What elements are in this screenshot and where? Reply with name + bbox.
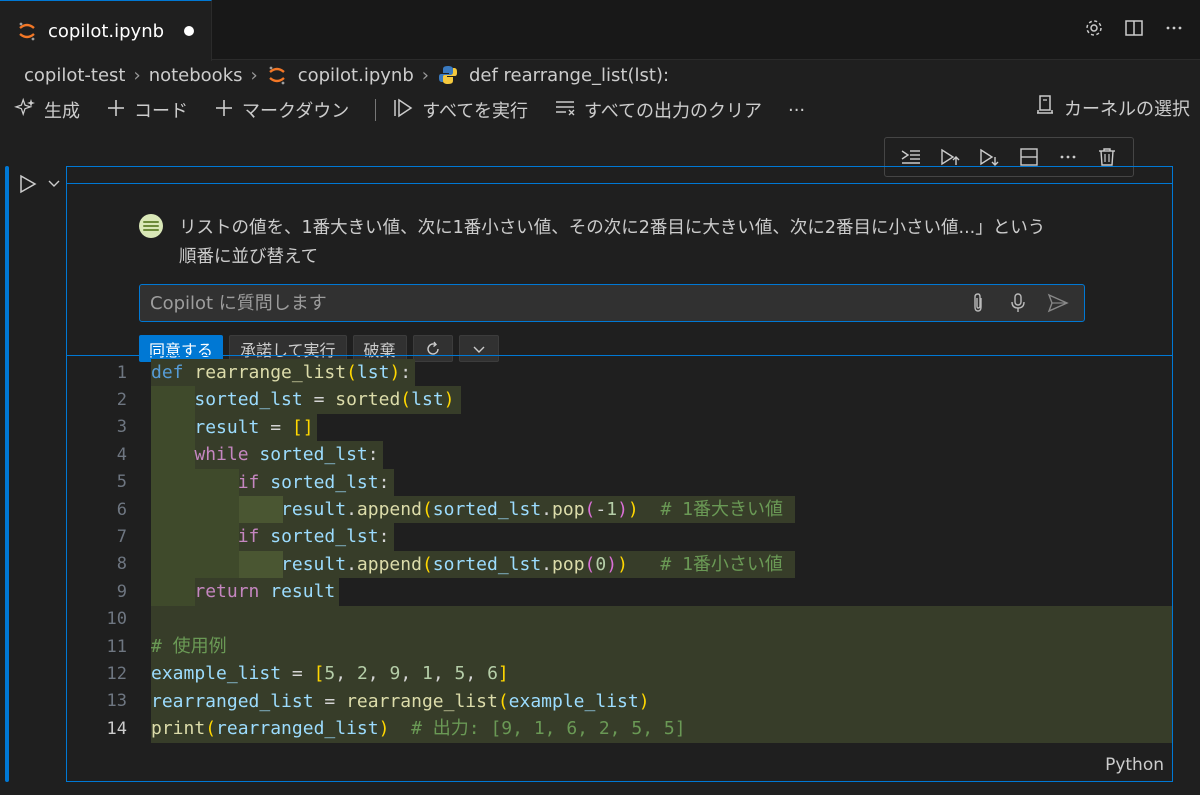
more-toolbar-button[interactable]: ··· [788,100,805,121]
line-number: 3 [116,417,127,438]
tab-title: copilot.ipynb [48,20,165,42]
code-line: 6 result.append(sorted_lst.pop(-1)) # 1番… [67,496,1172,524]
add-markdown-button[interactable]: マークダウン [214,97,349,123]
run-all-button[interactable]: すべてを実行 [392,97,528,124]
line-number: 8 [116,554,127,575]
code-line: 3 result = [] [67,413,1172,442]
code-line: 11 # 使用例 [67,633,1172,661]
line-number: 9 [116,581,127,602]
generate-button[interactable]: 生成 [14,97,80,124]
run-all-icon [392,97,414,124]
code-line: 14 print(rearranged_list) # 出力: [9, 1, 6… [67,715,1172,743]
sparkle-icon [14,97,36,124]
chat-divider [67,355,1172,356]
code-line: 8 result.append(sorted_lst.pop(0)) # 1番小… [67,550,1172,579]
clear-all-icon [554,97,576,124]
code-line: 12 example_list = [5, 2, 9, 1, 5, 6] [67,660,1172,688]
run-cell-button[interactable] [18,172,40,196]
line-number: 14 [106,718,127,739]
split-editor-icon[interactable] [1122,16,1146,40]
chevron-right-icon: › [133,64,141,86]
line-number: 7 [116,527,127,548]
code-line: 1 def rearrange_list(lst): [67,359,1172,387]
line-number: 10 [106,609,127,630]
tab-copilot-ipynb[interactable]: copilot.ipynb [0,0,212,61]
run-options-button[interactable] [46,174,62,194]
clear-all-outputs-button[interactable]: すべての出力のクリア [554,97,762,124]
unsaved-dot-icon[interactable] [184,26,195,36]
more-label: ··· [787,99,806,121]
line-number: 4 [116,444,127,465]
breadcrumb-item[interactable]: def rearrange_list(lst): [469,65,669,86]
plus-icon [106,98,126,123]
cell-focus-indicator [5,166,9,782]
generate-label: 生成 [44,101,80,122]
line-number: 6 [116,499,127,520]
gear-icon[interactable] [1082,16,1106,40]
inline-chat: リストの値を、1番大きい値、次に1番小さい値、その次に2番目に大きい値、次に2番… [67,184,1172,362]
line-number: 2 [116,390,127,411]
breadcrumb-item[interactable]: notebooks [149,65,243,86]
chat-request-text: リストの値を、1番大きい値、次に1番小さい値、その次に2番目に大きい値、次に2番… [179,218,1046,267]
code-line: 13 rearranged_list = rearrange_list(exam… [67,687,1172,716]
add-code-button[interactable]: コード [106,97,188,123]
breadcrumb-item[interactable]: copilot.ipynb [298,65,414,86]
chevron-down-icon [48,180,60,187]
clear-all-label: すべての出力のクリア [583,101,762,122]
notebook-toolbar: 生成 コード マークダウン すべてを実行 すべての出力のクリア ··· カーネル… [14,94,1190,126]
line-number: 12 [106,664,127,685]
code-cell[interactable]: リストの値を、1番大きい値、次に1番小さい値、その次に2番目に大きい値、次に2番… [66,166,1173,782]
add-markdown-label: マークダウン [242,101,350,122]
chevron-right-icon: › [421,64,429,86]
run-all-label: すべてを実行 [422,101,528,122]
microphone-icon[interactable] [1006,291,1030,315]
toolbar-divider [375,99,377,121]
tab-bar: copilot.ipynb [0,0,1200,61]
python-icon [437,64,459,86]
code-line: 4 while sorted_lst: [67,441,1172,469]
line-number: 11 [106,636,127,657]
jupyter-icon [16,20,38,42]
code-line: 9 return result [67,578,1172,606]
line-number: 5 [116,472,127,493]
copilot-chat-input[interactable] [140,285,960,321]
code-line: 10 [67,605,1172,633]
line-number: 1 [116,362,127,383]
jupyter-icon [266,64,288,86]
breadcrumb: copilot-test › notebooks › copilot.ipynb… [24,62,669,88]
select-kernel-label: カーネルの選択 [1064,98,1190,120]
code-line: 5 if sorted_lst: [67,468,1172,496]
select-kernel-button[interactable]: カーネルの選択 [1034,94,1190,121]
chat-input-box [139,284,1085,322]
cell-language-indicator[interactable]: Python [1105,755,1164,775]
more-actions-icon[interactable] [1162,16,1186,40]
chevron-right-icon: › [250,64,258,86]
code-line: 2 sorted_lst = sorted(lst) [67,386,1172,414]
breadcrumb-item[interactable]: copilot-test [24,65,125,86]
attach-icon[interactable] [966,291,990,315]
code-editor[interactable]: 1 def rearrange_list(lst): 2 sorted_lst … [67,357,1172,747]
line-number: 13 [106,691,127,712]
send-icon[interactable] [1046,291,1070,315]
plus-icon [214,98,234,123]
copilot-avatar-icon [139,214,163,238]
add-code-label: コード [134,101,188,122]
kernel-icon [1034,94,1056,121]
play-icon [20,174,37,194]
code-line: 7 if sorted_lst: [67,523,1172,551]
